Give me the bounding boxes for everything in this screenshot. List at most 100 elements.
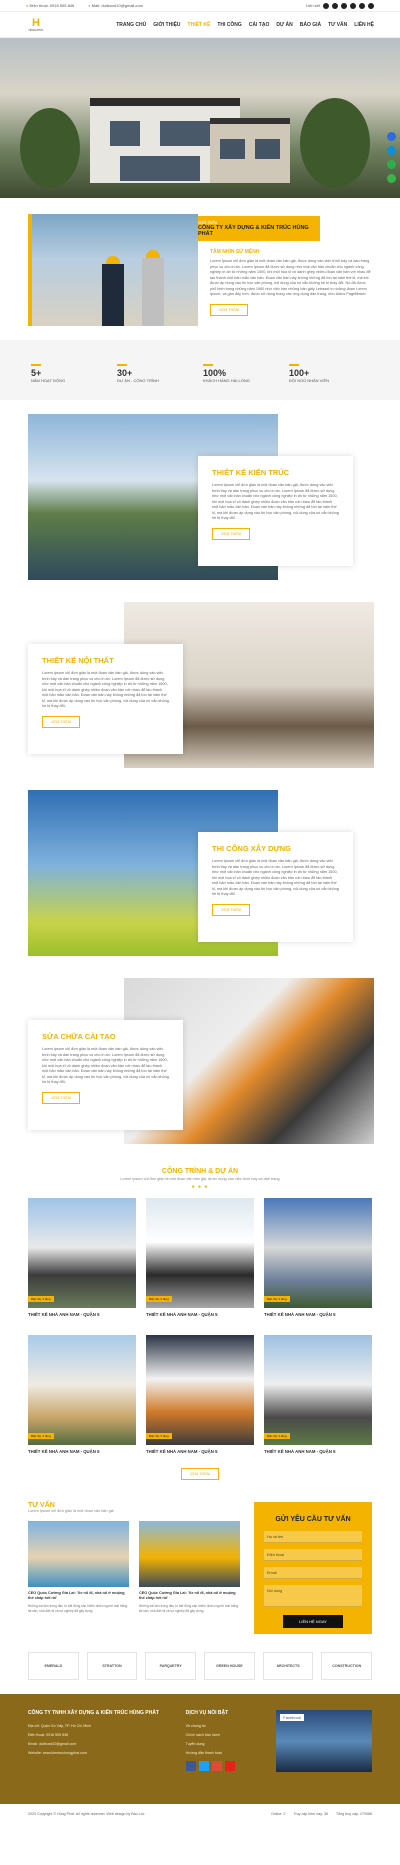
news-list: CEO Quốc Cường Gia Lai: 'Xe nổ đi, nhà n… [28,1521,240,1613]
twitter-icon[interactable] [198,1761,209,1771]
news-item[interactable]: CEO Quốc Cường Gia Lai: 'Xe nổ đi, nhà n… [28,1521,129,1613]
footer-email[interactable]: Email: dulieuxd10@gmail.com [28,1742,172,1746]
pinterest-icon[interactable] [368,2,374,9]
house-window [110,121,140,146]
footer-link[interactable]: Tuyển dụng [186,1742,263,1746]
name-field[interactable]: Họ và tên [264,1531,362,1543]
topbar-email[interactable]: ● Mail: dulieuxd10@gmail.com [88,3,143,8]
nav-item[interactable]: DỰ ÁN [276,22,292,28]
service-text: Lorem Ipsum chỉ đơn giản là một đoạn văn… [212,483,339,520]
project-card[interactable]: Biệt thự 3 tầng THIẾT KẾ NHÀ ANH NAM - QU… [146,1335,254,1462]
news-image[interactable] [139,1521,240,1587]
nav-item[interactable]: BÁO GIÁ [300,22,321,28]
zalo-icon[interactable] [387,146,396,155]
service-card: THI CÔNG XÂY DỰNG Lorem Ipsum chỉ đơn gi… [198,832,353,942]
project-card[interactable]: Biệt thự 3 tầng THIẾT KẾ NHÀ ANH NAM - QU… [264,1335,372,1462]
facebook-icon[interactable] [323,2,329,9]
news-title: TƯ VẤN [28,1502,55,1509]
news-item-title[interactable]: CEO Quốc Cường Gia Lai: 'Xe nổ đi, nhà n… [139,1591,240,1601]
phone-call-icon[interactable] [387,160,396,169]
partner-logo[interactable]: CONSTRUCTION [321,1652,373,1680]
project-card[interactable]: Biệt thự 3 tầng THIẾT KẾ NHÀ ANH NAM - QU… [264,1198,372,1325]
footer-link[interactable]: Về chúng tôi [186,1724,263,1728]
bottom-bar: 2020 Copyright © Hùng Phát. All rights r… [0,1804,400,1824]
nav-item[interactable]: TRANG CHỦ [116,22,146,28]
project-tag: Biệt thự 3 tầng [28,1433,54,1439]
project-image[interactable]: Biệt thự 3 tầng [264,1198,372,1308]
news-item[interactable]: CEO Quốc Cường Gia Lai: 'Xe nổ đi, nhà n… [139,1521,240,1613]
projects-more-button[interactable]: XEM THÊM [181,1468,219,1480]
youtube-icon[interactable] [350,2,356,9]
facebook-widget[interactable]: Facebook [276,1710,372,1772]
stat-number: 5+ [31,367,42,378]
partner-logo[interactable]: ARCHITECTS [262,1652,314,1680]
project-image[interactable]: Biệt thự 3 tầng [28,1198,136,1308]
topbar-links-label: Liên kết [305,3,320,8]
service-renovation: SỬA CHỮA CẢI TẠO Lorem Ipsum chỉ đơn giả… [0,964,400,1152]
service-more-button[interactable]: XEM THÊM [212,903,250,916]
site-logo[interactable]: H HÙNG PHÁT [26,15,46,35]
twitter-icon[interactable] [332,2,338,9]
partner-logo[interactable]: EMERALD [28,1652,79,1680]
hero-house-side [210,118,290,183]
footer-link[interactable]: Chính sách bảo hành [186,1733,263,1737]
email-field[interactable]: Email [264,1567,362,1579]
partner-logo[interactable]: PARQUETRY [145,1652,197,1680]
intro-more-button[interactable]: XEM THÊM [210,303,248,316]
project-image[interactable]: Biệt thự 3 tầng [146,1198,254,1308]
topbar-phone[interactable]: ● Điện thoại: 0916 505 848 [26,3,74,8]
service-more-button[interactable]: XEM THÊM [42,1091,80,1104]
project-caption[interactable]: THIẾT KẾ NHÀ ANH NAM - QUẬN 5 [28,1312,136,1317]
google-plus-icon[interactable] [211,1761,222,1771]
service-title: SỬA CHỮA CẢI TẠO [42,1032,116,1041]
submit-button[interactable]: LIÊN HỆ NGAY [283,1615,343,1628]
service-more-button[interactable]: XEM THÊM [212,527,250,540]
project-card[interactable]: Biệt thự 3 tầng THIẾT KẾ NHÀ ANH NAM - QU… [28,1198,136,1325]
nav-item[interactable]: TƯ VẤN [328,22,347,28]
youtube-icon[interactable] [224,1761,235,1771]
phone-field[interactable]: Điện thoại [264,1549,362,1561]
message-field[interactable]: Nội dung [264,1585,362,1607]
footer-link[interactable]: Hướng dẫn thanh toán [186,1751,263,1755]
footer-phone[interactable]: Điện thoại: 0916 505 848 [28,1733,172,1737]
service-more-button[interactable]: XEM THÊM [42,715,80,728]
nav-item[interactable]: CẢI TẠO [249,22,270,28]
project-image[interactable]: Biệt thự 3 tầng [264,1335,372,1445]
project-caption[interactable]: THIẾT KẾ NHÀ ANH NAM - QUẬN 5 [146,1449,254,1454]
phone-icon: ● [26,3,29,8]
project-card[interactable]: Biệt thự 3 tầng THIẾT KẾ NHÀ ANH NAM - QU… [146,1198,254,1325]
news-item-title[interactable]: CEO Quốc Cường Gia Lai: 'Xe nổ đi, nhà n… [28,1591,129,1601]
news-image[interactable] [28,1521,129,1587]
stat-label: DỰ ÁN - CÔNG TRÌNH [117,377,159,383]
nav-item[interactable]: THI CÔNG [217,22,241,28]
partner-logo[interactable]: STRATTON [86,1652,138,1680]
messenger-icon[interactable] [387,132,396,141]
service-construction: THI CÔNG XÂY DỰNG Lorem Ipsum chỉ đơn gi… [0,776,400,964]
nav-item[interactable]: GIỚI THIỆU [153,22,180,28]
projects-grid: Biệt thự 3 tầng THIẾT KẾ NHÀ ANH NAM - QU… [28,1198,372,1462]
google-plus-icon[interactable] [341,2,347,9]
project-image[interactable]: Biệt thự 3 tầng [146,1335,254,1445]
footer-website[interactable]: Website: www.kientruchungphat.com [28,1751,172,1755]
sms-icon[interactable] [387,174,396,183]
instagram-icon[interactable] [359,2,365,9]
project-caption[interactable]: THIẾT KẾ NHÀ ANH NAM - QUẬN 5 [28,1449,136,1454]
project-caption[interactable]: THIẾT KẾ NHÀ ANH NAM - QUẬN 5 [264,1449,372,1454]
facebook-icon[interactable] [185,1761,196,1771]
helmet-icon [106,256,120,264]
nav-item[interactable]: THIẾT KẾ [188,22,211,28]
project-caption[interactable]: THIẾT KẾ NHÀ ANH NAM - QUẬN 5 [146,1312,254,1317]
project-caption[interactable]: THIẾT KẾ NHÀ ANH NAM - QUẬN 5 [264,1312,372,1317]
footer: CÔNG TY TNHH XÂY DỰNG & KIẾN TRÚC HÙNG P… [0,1694,400,1804]
mail-icon: ● [88,3,91,8]
nav-item[interactable]: LIÊN HỆ [354,22,374,28]
service-card: THIẾT KẾ KIẾN TRÚC Lorem Ipsum chỉ đơn g… [198,456,353,566]
hero-tree [20,108,80,188]
stat-icon [289,358,299,366]
section-divider-dots: ● ● ● [191,1184,209,1190]
project-image[interactable]: Biệt thự 3 tầng [28,1335,136,1445]
project-card[interactable]: Biệt thự 3 tầng THIẾT KẾ NHÀ ANH NAM - QU… [28,1335,136,1462]
helmet-icon [146,250,160,258]
partner-logo[interactable]: GREEN HOUSE [204,1652,255,1680]
house-window [160,121,210,146]
